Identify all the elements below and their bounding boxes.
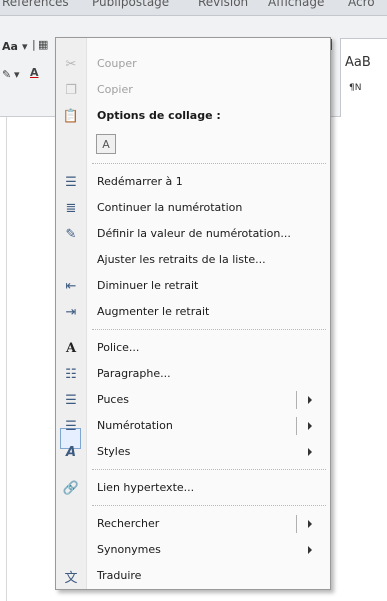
menu-item-label: Augmenter le retrait — [97, 305, 210, 318]
menu-item-translate[interactable]: 文 Traduire — [56, 564, 330, 588]
menu-item-label: Définir la valeur de numérotation... — [97, 227, 291, 240]
submenu-arrow-icon — [308, 448, 312, 456]
menu-item-styles[interactable]: A Styles — [56, 440, 330, 464]
menu-item-label: Synonymes — [97, 543, 161, 556]
menu-header-paste-options: 📋 Options de collage : — [56, 104, 330, 128]
highlight-icon[interactable]: ✎ — [2, 68, 11, 81]
clear-format-icon[interactable]: ▦ — [38, 38, 48, 51]
increase-indent-icon: ⇥ — [65, 304, 77, 320]
menu-item-numbering[interactable]: ☰ Numérotation — [56, 414, 330, 438]
menu-item-hyperlink[interactable]: 🔗 Lien hypertexte... — [56, 476, 330, 500]
submenu-arrow-icon — [308, 520, 312, 528]
menu-item-label: Options de collage : — [97, 109, 221, 122]
menu-item-restart-at-1[interactable]: ☰ Redémarrer à 1 — [56, 170, 330, 194]
menu-item-couper[interactable]: ✂ Couper — [56, 52, 330, 76]
change-case-button[interactable]: Aa — [2, 40, 18, 53]
bullets-icon: ☰ — [65, 392, 77, 408]
menu-item-decrease-indent[interactable]: ⇤ Diminuer le retrait — [56, 274, 330, 298]
menu-item-synonyms[interactable]: Synonymes — [56, 538, 330, 562]
tab-affichage[interactable]: Affichage — [268, 0, 324, 9]
styles-icon: A — [65, 444, 77, 460]
copy-icon: ❐ — [65, 82, 77, 98]
menu-item-label: Lien hypertexte... — [97, 481, 195, 494]
tab-acrobat[interactable]: Acro — [348, 0, 375, 9]
menu-item-label: Traduire — [97, 569, 142, 582]
style-preview: AaB — [345, 55, 371, 70]
menu-item-adjust-list-indents[interactable]: Ajuster les retraits de la liste... — [56, 248, 330, 272]
menu-item-paragraph[interactable]: ☷ Paragraphe... — [56, 362, 330, 386]
keep-text-only-paste-button[interactable]: A — [96, 134, 116, 154]
ribbon-tab-bar: Références Publipostage Révision Afficha… — [0, 0, 387, 16]
dropdown-arrow-icon[interactable]: ▾ — [22, 40, 28, 53]
paragraph-icon: ☷ — [65, 366, 77, 382]
context-menu: ✂ Couper ❐ Copier 📋 Options de collage :… — [55, 37, 331, 590]
menu-item-font[interactable]: A Police... — [56, 336, 330, 360]
scissors-icon: ✂ — [65, 56, 77, 72]
split-divider — [296, 417, 297, 435]
hyperlink-icon: 🔗 — [62, 480, 80, 496]
menu-separator — [92, 329, 326, 330]
clipboard-icon: 📋 — [62, 108, 80, 124]
menu-item-label: Continuer la numérotation — [97, 201, 243, 214]
decrease-indent-icon: ⇤ — [65, 278, 77, 294]
style-preview-caption: ¶N — [349, 83, 362, 93]
set-value-icon: ✎ — [65, 226, 77, 242]
ribbon-divider: | — [32, 38, 36, 51]
menu-item-label: Diminuer le retrait — [97, 279, 199, 292]
translate-icon: 文 — [64, 570, 78, 586]
menu-item-label: Paragraphe... — [97, 367, 171, 380]
document-margin-line — [6, 117, 7, 601]
continue-numbering-icon: ≣ — [65, 200, 77, 216]
menu-item-label: Styles — [97, 445, 131, 458]
menu-separator — [92, 469, 326, 470]
split-divider — [296, 515, 297, 533]
menu-item-set-numbering-value[interactable]: ✎ Définir la valeur de numérotation... — [56, 222, 330, 246]
submenu-arrow-icon — [308, 546, 312, 554]
numbering-icon: ☰ — [65, 418, 77, 434]
menu-item-copier[interactable]: ❐ Copier — [56, 78, 330, 102]
paste-text-icon: A — [102, 137, 110, 151]
menu-item-label: Redémarrer à 1 — [97, 175, 183, 188]
tab-revision[interactable]: Révision — [198, 0, 248, 9]
menu-item-search[interactable]: Rechercher — [56, 512, 330, 536]
menu-item-bullets[interactable]: ☰ Puces — [56, 388, 330, 412]
submenu-arrow-icon — [308, 422, 312, 430]
split-divider — [296, 391, 297, 409]
font-icon: A — [65, 340, 77, 356]
numbered-list-icon: ☰ — [65, 174, 77, 190]
menu-separator — [92, 505, 326, 506]
menu-item-label: Copier — [97, 83, 133, 96]
submenu-arrow-icon — [308, 396, 312, 404]
menu-item-label: Ajuster les retraits de la liste... — [97, 253, 266, 266]
menu-item-label: Rechercher — [97, 517, 160, 530]
menu-item-label: Numérotation — [97, 419, 173, 432]
menu-item-label: Puces — [97, 393, 129, 406]
menu-separator — [92, 163, 326, 164]
menu-item-continue-numbering[interactable]: ≣ Continuer la numérotation — [56, 196, 330, 220]
menu-item-label: Police... — [97, 341, 140, 354]
quick-styles-gallery[interactable]: AaB ¶N — [340, 38, 387, 120]
menu-item-increase-indent[interactable]: ⇥ Augmenter le retrait — [56, 300, 330, 324]
tab-references[interactable]: Références — [2, 0, 69, 9]
dropdown-arrow-icon[interactable]: ▾ — [14, 68, 20, 81]
menu-item-label: Couper — [97, 57, 137, 70]
tab-publipostage[interactable]: Publipostage — [92, 0, 169, 9]
font-color-icon[interactable]: A — [30, 66, 39, 79]
